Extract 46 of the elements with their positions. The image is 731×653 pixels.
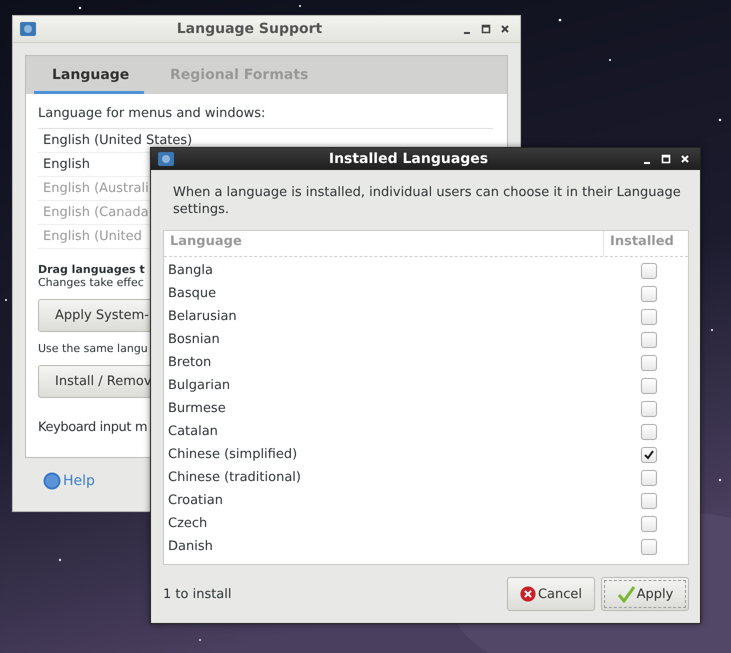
checkbox[interactable] [641,446,657,462]
help-icon [43,472,61,490]
changes-note: Changes take effec [38,276,144,289]
app-icon [19,21,37,37]
list-label: Language for menus and windows: [38,106,266,121]
checkbox[interactable] [641,378,657,394]
apply-button[interactable]: Apply [601,577,689,611]
table-cell-text: Chinese (traditional) [167,470,302,485]
table-cell-text: Basque [167,286,218,301]
tab[interactable]: Language [34,56,144,94]
app-icon [157,151,175,167]
keyboard-label: Keyboard input m [38,420,148,435]
table-cell-text: Breton [167,355,212,370]
checkbox[interactable] [641,400,657,416]
check-icon [616,585,635,603]
table-cell-text: Bosnian [167,332,221,347]
cancel-icon [520,585,536,603]
checkbox[interactable] [641,332,657,348]
table-cell-text: Burmese [167,401,227,416]
table-cell-text: Bangla [167,263,214,278]
table-cell-text: Catalan [167,424,219,439]
checkbox[interactable] [641,286,657,302]
window-title: Language Support [176,21,324,37]
status-text: 1 to install [163,586,232,602]
table-cell-text: Bulgarian [167,378,232,393]
check-icon [643,449,655,460]
description: When a language is installed, individual users can choose it in their Language settings. [173,184,682,218]
maximize-icon[interactable] [481,24,491,34]
table-cell-text: Czech [167,516,208,531]
checkbox[interactable] [641,538,657,554]
close-icon[interactable] [500,24,510,34]
same-language-note: Use the same langu [38,342,148,355]
table-cell-text: Croatian [167,493,224,508]
table-cell-text: Belarusian [167,309,238,324]
checkbox[interactable] [641,262,657,278]
drag-hint: Drag languages t [38,263,145,276]
checkbox[interactable] [641,516,657,532]
table-cell-text: Danish [167,539,214,554]
checkbox[interactable] [641,470,657,486]
cancel-button[interactable]: Cancel [507,577,595,611]
window-title: Installed Languages [328,151,490,167]
table-cell-text: Chinese (simplified) [167,447,298,462]
checkbox[interactable] [641,308,657,324]
checkbox[interactable] [641,492,657,508]
checkbox[interactable] [641,354,657,370]
checkbox[interactable] [641,424,657,440]
